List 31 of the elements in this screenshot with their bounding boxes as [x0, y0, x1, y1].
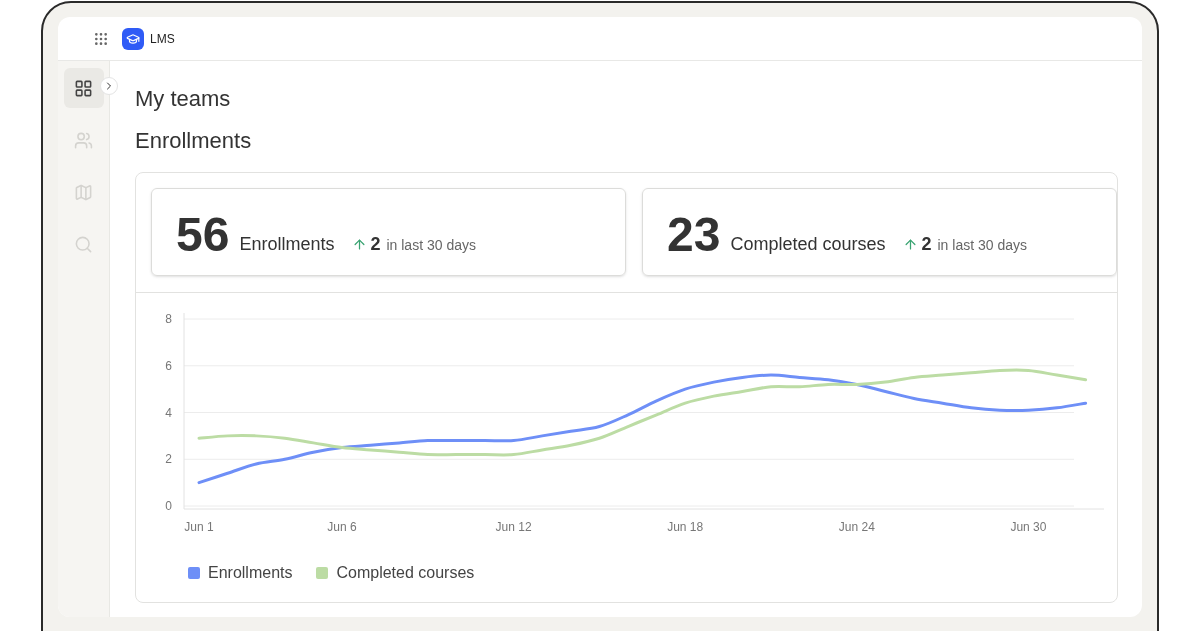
stat-change: 2	[370, 233, 381, 255]
y-axis-label: 8	[165, 312, 172, 326]
y-axis-label: 0	[165, 499, 172, 513]
section-title: Enrollments	[135, 127, 253, 155]
stat-value: 56	[176, 211, 230, 259]
expand-sidebar-button[interactable]	[100, 77, 118, 95]
app-name: LMS	[150, 30, 175, 48]
app-grid-icon[interactable]	[93, 30, 109, 47]
page-title: My teams	[135, 85, 232, 113]
stat-change: 2	[921, 233, 932, 255]
search-icon	[74, 234, 93, 254]
x-axis-label: Jun 1	[184, 520, 214, 534]
y-axis-label: 4	[165, 405, 172, 420]
x-axis-label: Jun 6	[327, 520, 357, 534]
stat-label: Completed courses	[730, 233, 886, 255]
people-icon	[74, 130, 93, 150]
y-axis-label: 2	[165, 452, 172, 467]
legend-label: Enrollments	[208, 563, 293, 583]
legend-label: Completed courses	[336, 563, 475, 583]
x-axis-label: Jun 18	[667, 520, 704, 534]
map-icon	[74, 182, 93, 202]
stat-label: Enrollments	[239, 233, 335, 255]
x-axis-label: Jun 12	[495, 520, 532, 534]
y-axis-label: 6	[165, 358, 172, 373]
dashboard-icon	[74, 78, 93, 98]
stat-value: 23	[667, 211, 721, 259]
dashboard-nav-button[interactable]	[63, 68, 104, 108]
stat-period: in last 30 days	[937, 236, 1027, 255]
stat-period: in last 30 days	[386, 236, 476, 255]
x-axis-label: Jun 24	[838, 520, 875, 534]
x-axis-label: Jun 30	[1010, 520, 1047, 534]
